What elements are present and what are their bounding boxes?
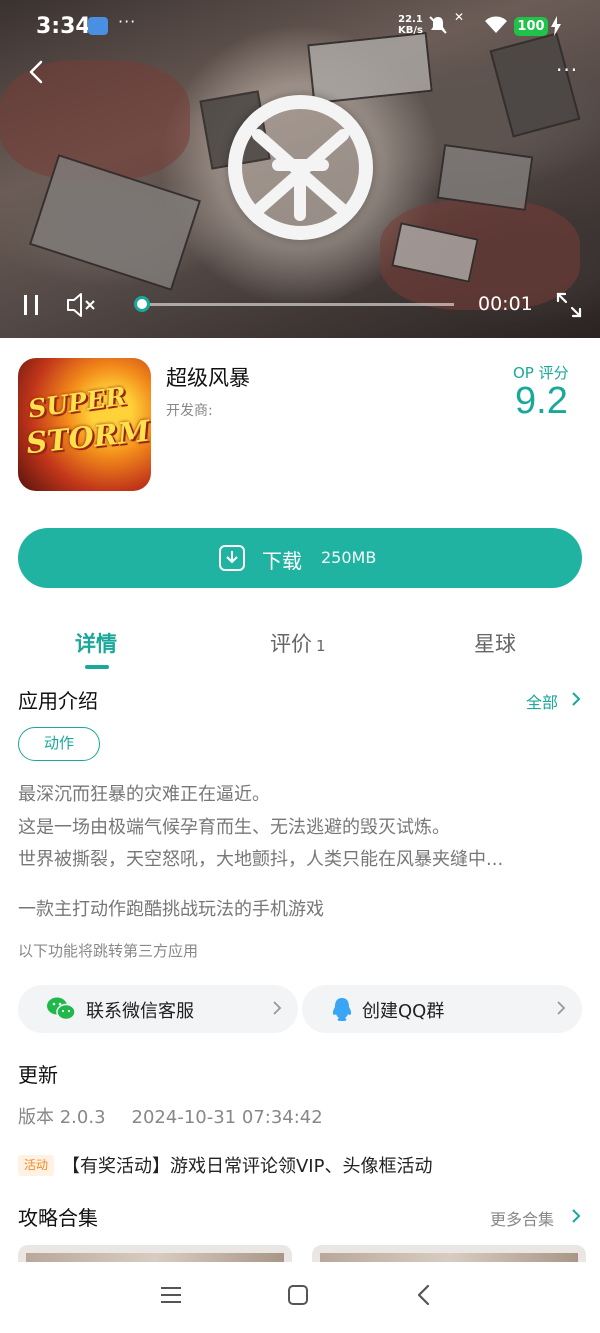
rating-value: 9.2 (515, 380, 568, 422)
tab-planet[interactable]: 星球 (474, 628, 516, 658)
tab-active-indicator (85, 665, 109, 669)
download-button[interactable]: 下载 250MB (18, 528, 582, 588)
chevron-right-icon (273, 1001, 282, 1015)
wechat-icon (47, 997, 76, 1021)
qq-icon (332, 998, 352, 1021)
status-bar: 3:34 ··· 22.1 KB/s ✕ 100 (0, 0, 600, 56)
notification-app-icon (88, 17, 108, 35)
wechat-service-label: 联系微信客服 (86, 1001, 194, 1022)
status-time: 3:34 (36, 14, 91, 39)
download-label: 下载 (262, 549, 302, 573)
create-qq-group-button[interactable]: 创建QQ群 (302, 985, 582, 1033)
update-date: 2024-10-31 07:34:42 (131, 1107, 323, 1128)
version-number: 版本 2.0.3 (18, 1107, 106, 1128)
network-speed-unit: KB/s (398, 25, 423, 36)
more-options-icon[interactable]: ··· (556, 58, 578, 82)
tab-reviews-count: 1 (316, 637, 326, 655)
video-logo-icon (252, 129, 349, 221)
chevron-right-icon (572, 1209, 581, 1223)
network-speed-value: 22.1 (398, 14, 423, 25)
tab-planet-label: 星球 (474, 632, 516, 656)
home-icon[interactable] (287, 1284, 309, 1306)
system-nav-bar (0, 1262, 600, 1333)
third-party-note: 以下功能将跳转第三方应用 (18, 942, 199, 960)
chevron-right-icon (557, 1001, 566, 1015)
pause-button[interactable] (20, 288, 42, 322)
wechat-service-button[interactable]: 联系微信客服 (18, 985, 298, 1033)
app-title: 超级风暴 (166, 366, 250, 390)
description-line-1: 最深沉而狂暴的灾难正在逼近。 (18, 784, 270, 805)
app-developer: 开发商: (166, 403, 213, 419)
video-player[interactable]: 3:34 ··· 22.1 KB/s ✕ 100 ··· 00:01 (0, 0, 600, 338)
menu-icon[interactable] (160, 1284, 182, 1306)
wifi-icon (485, 16, 507, 33)
mute-bell-icon (429, 16, 447, 34)
status-more-dots: ··· (118, 12, 137, 31)
genre-tag[interactable]: 动作 (18, 727, 100, 761)
tab-reviews[interactable]: 评价 1 (270, 628, 326, 658)
download-icon (219, 545, 245, 571)
video-progress-knob[interactable] (134, 296, 150, 312)
network-speed: 22.1 KB/s (398, 14, 423, 36)
tab-reviews-label: 评价 (270, 632, 312, 656)
intro-title: 应用介绍 (18, 689, 98, 713)
scene-building (28, 154, 202, 291)
signal-off-icon: ✕ (454, 10, 465, 24)
description-line-3: 世界被撕裂，天空怒吼，大地颤抖，人类只能在风暴夹缝中... (18, 849, 504, 870)
guides-title: 攻略合集 (18, 1206, 98, 1230)
app-icon: SUPER STORM (18, 358, 151, 491)
video-progress-bar[interactable] (142, 303, 454, 306)
video-timecode: 00:01 (478, 293, 533, 315)
download-size: 250MB (321, 548, 377, 567)
tab-details-label: 详情 (75, 632, 117, 656)
nav-back-icon[interactable] (416, 1284, 432, 1306)
description-line-2: 这是一场由极端气候孕育而生、无法逃避的毁灭试炼。 (18, 817, 450, 838)
description-summary: 一款主打动作跑酷挑战玩法的手机游戏 (18, 899, 324, 920)
back-icon[interactable] (22, 56, 52, 88)
activity-badge: 活动 (18, 1155, 54, 1176)
version-info: 版本 2.0.3 2024-10-31 07:34:42 (18, 1103, 323, 1129)
create-qq-group-label: 创建QQ群 (362, 1001, 445, 1022)
intro-all-link[interactable]: 全部 (526, 689, 558, 713)
update-title: 更新 (18, 1063, 58, 1087)
charging-bolt-icon (551, 16, 561, 36)
chevron-right-icon (572, 692, 581, 706)
tab-details[interactable]: 详情 (75, 628, 117, 658)
battery-indicator: 100 (514, 17, 548, 36)
fullscreen-icon[interactable] (555, 291, 583, 319)
activity-link[interactable]: 【有奖活动】游戏日常评论领VIP、头像框活动 (62, 1152, 432, 1178)
guides-more-link[interactable]: 更多合集 (490, 1206, 554, 1230)
volume-muted-icon[interactable] (64, 288, 100, 322)
